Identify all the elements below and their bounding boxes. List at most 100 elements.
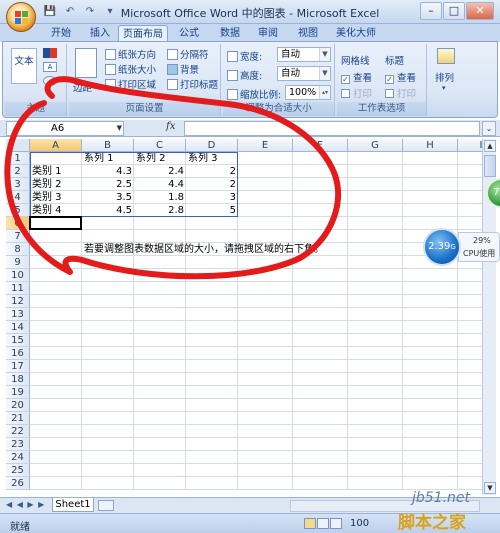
height-label-text: 高度:	[240, 71, 263, 82]
scroll-up-icon[interactable]: ▲	[484, 140, 496, 152]
row-header-4[interactable]: 4	[6, 191, 30, 204]
row-header-5[interactable]: 5	[6, 204, 30, 217]
row-header-6[interactable]: 6	[6, 217, 30, 230]
row-header-3[interactable]: 3	[6, 178, 30, 191]
tab-review[interactable]: 审阅	[250, 25, 286, 42]
resize-hint-text[interactable]: 若要调整图表数据区域的大小，请拖拽区域的右下角。	[82, 243, 326, 256]
active-cell[interactable]	[29, 216, 82, 230]
column-header-h[interactable]: H	[403, 139, 458, 152]
name-box[interactable]: A6 ▼	[6, 121, 124, 136]
watermark-url: jb51.net	[412, 490, 471, 506]
cpu-speed-ball[interactable]: 2.39G	[423, 228, 461, 266]
column-header-a[interactable]: A	[30, 139, 82, 152]
zoom-level[interactable]: 100	[350, 518, 369, 529]
row-header-1[interactable]: 1	[6, 152, 30, 165]
row-header-9[interactable]: 9	[6, 256, 30, 269]
column-header-b[interactable]: B	[82, 139, 134, 152]
column-header-i[interactable]: I	[458, 139, 482, 152]
print-titles-icon	[167, 79, 178, 90]
page-layout-view-icon[interactable]	[317, 518, 329, 529]
background-button[interactable]: 背景	[167, 62, 199, 76]
scroll-down-icon[interactable]: ▼	[484, 482, 496, 494]
row-header-7[interactable]: 7	[6, 230, 30, 243]
row-header-11[interactable]: 11	[6, 282, 30, 295]
margins-button[interactable]: 边距	[73, 80, 92, 94]
headings-print-checkbox[interactable]: 打印	[385, 86, 416, 100]
margins-icon[interactable]	[75, 48, 97, 78]
worksheet-grid[interactable]: A B C D E F G H I 1 2 3 4 5 6 7 8 9 10 11 12 13 14 15 16 17 18 19 20…	[6, 139, 482, 495]
print-titles-button[interactable]: 打印标题	[167, 77, 218, 91]
size-button[interactable]: 纸张大小	[105, 62, 156, 76]
insert-function-icon[interactable]: fx	[166, 121, 175, 132]
close-button[interactable]: ✕	[466, 2, 494, 20]
arrange-button[interactable]: 排列	[435, 70, 454, 84]
height-dropdown[interactable]: 自动 ▼	[277, 66, 331, 81]
arrange-icon[interactable]	[437, 48, 455, 64]
row-header-18[interactable]: 18	[6, 373, 30, 386]
row-header-17[interactable]: 17	[6, 360, 30, 373]
normal-view-icon[interactable]	[304, 518, 316, 529]
row-header-16[interactable]: 16	[6, 347, 30, 360]
page-break-view-icon[interactable]	[330, 518, 342, 529]
expand-formula-bar-icon[interactable]: ⌄	[482, 121, 496, 136]
window-controls: – □ ✕	[420, 2, 494, 20]
column-header-d[interactable]: D	[186, 139, 238, 152]
row-header-26[interactable]: 26	[6, 477, 30, 490]
cpu-speed-unit: G	[450, 243, 456, 251]
column-header-f[interactable]: F	[293, 139, 348, 152]
tab-home[interactable]: 开始	[40, 25, 82, 42]
row-header-22[interactable]: 22	[6, 425, 30, 438]
row-header-20[interactable]: 20	[6, 399, 30, 412]
row-header-25[interactable]: 25	[6, 464, 30, 477]
headings-view-checkbox[interactable]: ✓ 查看	[385, 70, 416, 84]
width-label-text: 宽度:	[240, 52, 263, 63]
row-header-23[interactable]: 23	[6, 438, 30, 451]
headings-print-label: 打印	[397, 89, 417, 100]
row-header-24[interactable]: 24	[6, 451, 30, 464]
width-dropdown[interactable]: 自动 ▼	[277, 47, 331, 62]
scale-stepper[interactable]: 100% ▴▾	[285, 85, 331, 100]
row-header-15[interactable]: 15	[6, 334, 30, 347]
sheet-nav-arrows[interactable]: ◀ ◀ ▶ ▶	[6, 500, 45, 509]
tab-formulas[interactable]: 公式	[172, 25, 206, 42]
office-logo-icon	[15, 11, 29, 25]
print-area-button[interactable]: 打印区域	[105, 77, 156, 91]
orientation-icon	[105, 49, 116, 60]
column-header-c[interactable]: C	[134, 139, 186, 152]
tab-page-layout[interactable]: 页面布局	[118, 25, 168, 42]
print-area-icon	[105, 79, 116, 90]
maximize-button[interactable]: □	[443, 2, 465, 20]
orientation-button[interactable]: 纸张方向	[105, 47, 156, 61]
row-header-21[interactable]: 21	[6, 412, 30, 425]
grid-row-line	[30, 411, 482, 412]
minimize-button[interactable]: –	[420, 2, 442, 20]
row-header-14[interactable]: 14	[6, 321, 30, 334]
row-header-12[interactable]: 12	[6, 295, 30, 308]
tab-view[interactable]: 视图	[290, 25, 326, 42]
gridlines-print-checkbox[interactable]: 打印	[341, 86, 372, 100]
themes-button[interactable]: 文本	[11, 48, 37, 84]
theme-colors-icon[interactable]	[43, 48, 57, 58]
sheet-tab-sheet1[interactable]: Sheet1	[52, 498, 94, 512]
breaks-button[interactable]: 分隔符	[167, 47, 209, 61]
theme-fonts-icon[interactable]: A	[43, 62, 57, 72]
row-header-19[interactable]: 19	[6, 386, 30, 399]
row-header-8[interactable]: 8	[6, 243, 30, 256]
office-button[interactable]	[6, 2, 36, 32]
row-header-13[interactable]: 13	[6, 308, 30, 321]
chart-data-range[interactable]	[30, 152, 238, 217]
tab-beautify[interactable]: 美化大师	[330, 25, 382, 42]
cpu-percent: 29%	[473, 236, 491, 245]
column-header-g[interactable]: G	[348, 139, 403, 152]
column-header-e[interactable]: E	[238, 139, 293, 152]
insert-sheet-icon[interactable]	[98, 500, 114, 511]
gridlines-view-checkbox[interactable]: ✓ 查看	[341, 70, 372, 84]
tab-insert[interactable]: 插入	[82, 25, 118, 42]
theme-effects-icon[interactable]	[43, 76, 57, 86]
scroll-thumb[interactable]	[484, 155, 496, 177]
row-header-2[interactable]: 2	[6, 165, 30, 178]
tab-data[interactable]: 数据	[212, 25, 248, 42]
select-all-corner[interactable]	[6, 139, 30, 152]
formula-input[interactable]	[184, 121, 480, 136]
row-header-10[interactable]: 10	[6, 269, 30, 282]
